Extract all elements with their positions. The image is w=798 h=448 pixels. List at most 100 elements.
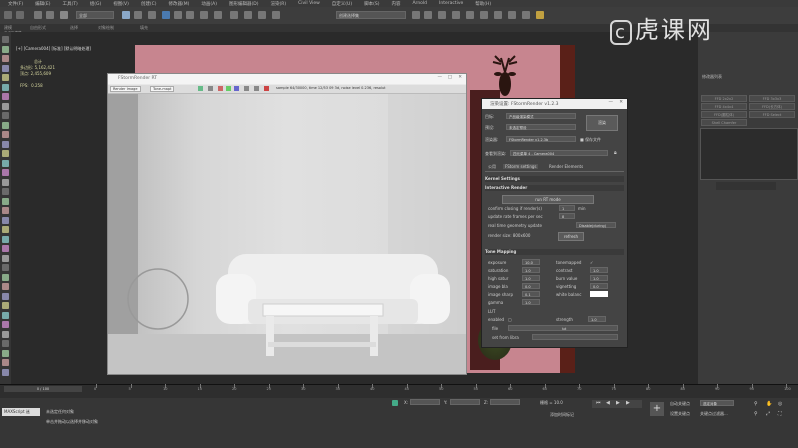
tab-render-elements[interactable]: Render Elements — [549, 164, 583, 169]
rotate-icon[interactable] — [174, 11, 182, 19]
isolate-icon[interactable] — [392, 400, 398, 406]
menu-item[interactable]: Arnold — [412, 1, 427, 6]
left-tool-icon[interactable] — [2, 368, 9, 376]
render-setup-icon[interactable] — [508, 11, 516, 19]
tab-populate[interactable]: 填充 — [140, 25, 148, 31]
menu-item[interactable]: 自定义(U) — [332, 1, 352, 7]
left-tool-icon[interactable] — [2, 150, 9, 157]
left-tool-icon[interactable] — [2, 197, 9, 205]
close-icon[interactable]: ✕ — [458, 75, 462, 80]
snap-icon[interactable] — [230, 11, 238, 19]
align-icon[interactable] — [424, 11, 432, 19]
lut-library-dropdown[interactable] — [532, 334, 618, 340]
tone-left-input[interactable]: 10.0 — [522, 259, 540, 265]
interactive-section-header[interactable]: Interactive Render — [485, 185, 624, 191]
left-tool-icon[interactable] — [2, 55, 9, 62]
mirror-icon[interactable] — [412, 11, 420, 19]
tonemapped-checkbox[interactable]: ✓ — [590, 260, 593, 265]
zoom-icon[interactable] — [254, 86, 259, 91]
left-tool-icon[interactable] — [2, 140, 9, 148]
bind-space-warp-icon[interactable] — [60, 11, 68, 19]
next-frame-icon[interactable]: ▶ — [626, 400, 630, 406]
tone-left-input[interactable]: 1.0 — [522, 299, 540, 305]
maxscript-listener[interactable]: MAXScript 迷 — [2, 408, 40, 416]
preset-dropdown[interactable]: 未选定预设 — [506, 124, 576, 130]
stop-render-icon[interactable] — [264, 86, 269, 91]
menu-item[interactable]: 动画(A) — [201, 1, 217, 7]
update-rate-input[interactable]: 8 — [559, 213, 575, 219]
link-icon[interactable] — [34, 11, 42, 19]
left-tool-icon[interactable] — [2, 216, 9, 224]
left-tool-icon[interactable] — [2, 292, 9, 300]
maximize-viewport-icon[interactable]: ⛶ — [778, 411, 782, 417]
left-tool-icon[interactable] — [2, 359, 9, 366]
white-balance-swatch[interactable] — [590, 291, 608, 297]
menu-item[interactable]: 组(G) — [90, 1, 102, 7]
left-tool-icon[interactable] — [2, 159, 9, 167]
minimize-icon[interactable]: — — [438, 75, 443, 80]
target-dropdown[interactable]: 产品级渲染模式 — [506, 113, 576, 119]
selection-filter-dropdown[interactable]: 全部 — [76, 11, 114, 19]
channel-blue-icon[interactable] — [234, 86, 239, 91]
left-tool-icon[interactable] — [2, 178, 9, 186]
kernel-section-header[interactable]: Kernel Settings — [485, 176, 624, 182]
left-tool-icon[interactable] — [2, 321, 9, 328]
renderer-dropdown[interactable]: FStormRender v1.2.3b — [506, 136, 576, 142]
left-tool-icon[interactable] — [2, 349, 9, 357]
rect-select-icon[interactable] — [148, 11, 156, 19]
tone-left-input[interactable]: 0.1 — [522, 291, 540, 297]
z-coord-input[interactable] — [490, 399, 520, 405]
time-slider[interactable]: 0 / 100 — [4, 386, 82, 392]
menu-item[interactable]: 文件(F) — [8, 1, 23, 7]
go-start-icon[interactable]: ⏮ — [596, 400, 601, 406]
setkey-label[interactable]: 设置关键点 — [670, 411, 690, 417]
modifier-button[interactable]: FFD 3x3x3 — [749, 95, 795, 102]
save-file-checkbox[interactable]: ■ 保存文件 — [580, 137, 601, 143]
percent-snap-icon[interactable] — [258, 11, 266, 19]
autokey-label[interactable]: 自动关键点 — [670, 401, 690, 407]
lut-strength-input[interactable]: 1.0 — [588, 316, 606, 322]
placement-icon[interactable] — [200, 11, 208, 19]
tab-common[interactable]: 公用 — [488, 164, 496, 170]
modifier-button[interactable]: FFD Select — [749, 111, 795, 118]
left-tool-icon[interactable] — [2, 112, 9, 119]
play-icon[interactable]: ▶ — [616, 400, 620, 406]
menu-item[interactable]: 编辑(E) — [35, 1, 50, 7]
left-tool-icon[interactable] — [2, 169, 9, 176]
left-tool-icon[interactable] — [2, 330, 9, 338]
render-image[interactable] — [108, 94, 466, 374]
menu-item[interactable]: 修改器(M) — [168, 1, 189, 7]
spinner-snap-icon[interactable] — [272, 11, 280, 19]
channel-green-icon[interactable] — [226, 86, 231, 91]
left-tool-icon[interactable] — [2, 93, 9, 100]
set-key-icon[interactable]: + — [650, 402, 664, 416]
select-object-icon[interactable] — [122, 11, 130, 19]
left-tool-icon[interactable] — [2, 121, 9, 129]
orbit-icon[interactable]: ◎ — [778, 401, 782, 407]
pivot-icon[interactable] — [214, 11, 222, 19]
left-tool-icon[interactable] — [2, 283, 9, 290]
render-icon[interactable] — [536, 11, 544, 19]
left-tool-icon[interactable] — [2, 264, 9, 271]
menu-item[interactable]: 渲染(R) — [270, 1, 286, 7]
confirm-closing-input[interactable]: 1 — [559, 205, 575, 211]
left-tool-icon[interactable] — [2, 188, 9, 195]
left-tool-icon[interactable] — [2, 45, 9, 53]
view-dropdown[interactable]: 四元菜单 4 - Camera004 — [510, 150, 608, 156]
tab-freeform[interactable]: 自由形式 — [30, 25, 46, 31]
redo-icon[interactable] — [16, 11, 24, 19]
run-rt-button[interactable]: run RT mode — [502, 195, 594, 204]
left-tool-icon[interactable] — [2, 83, 9, 91]
render-button[interactable]: 渲染 — [586, 115, 618, 131]
left-tool-icon[interactable] — [2, 64, 9, 72]
left-tool-icon[interactable] — [2, 131, 9, 138]
modifier-button[interactable]: FFD(圆柱体) — [701, 111, 747, 118]
lut-file-button[interactable]: lut — [508, 325, 618, 331]
unlink-icon[interactable] — [46, 11, 54, 19]
schematic-view-icon[interactable] — [480, 11, 488, 19]
y-coord-input[interactable] — [450, 399, 480, 405]
render-frame-icon[interactable] — [522, 11, 530, 19]
tone-mapping-section-header[interactable]: Tone Mapping — [485, 249, 624, 255]
tab-selection[interactable]: 选择 — [70, 25, 78, 31]
copy-image-icon[interactable] — [208, 86, 213, 91]
